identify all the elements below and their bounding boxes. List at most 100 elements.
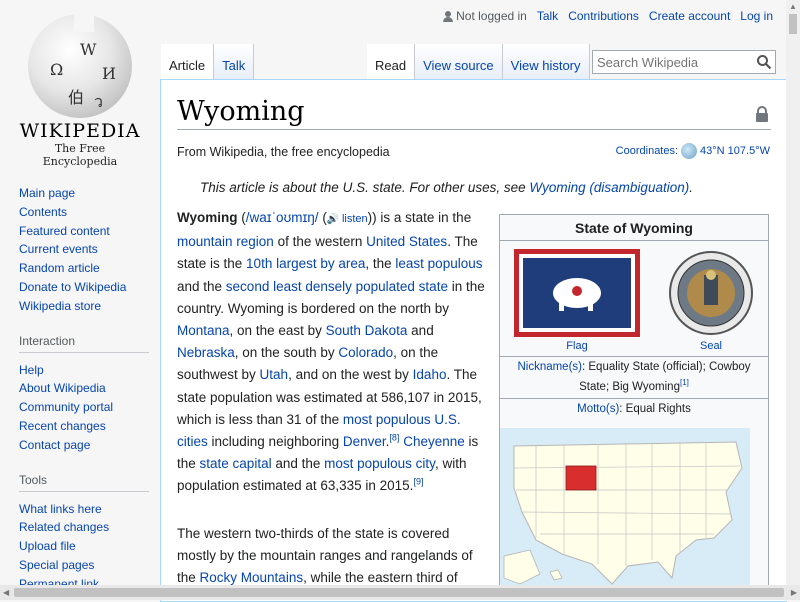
horizontal-scrollbar[interactable]: ◀ ▶: [0, 585, 800, 600]
sidebar-item-what-links-here[interactable]: What links here: [19, 500, 149, 519]
sidebar-item-special-pages[interactable]: Special pages: [19, 556, 149, 575]
coordinates-value[interactable]: 43°N 107.5°W: [700, 145, 770, 157]
infobox-title: State of Wyoming: [500, 215, 768, 241]
article-link[interactable]: most populous city: [324, 456, 435, 471]
lock-icon[interactable]: [755, 106, 769, 122]
tab-label: View history: [510, 58, 581, 73]
sidebar-heading-tools: Tools: [19, 473, 149, 492]
us-locator-map[interactable]: [500, 427, 750, 588]
scroll-left-icon[interactable]: ◀: [3, 588, 9, 597]
sidebar-item-random-article[interactable]: Random article: [19, 259, 149, 278]
nickname-value: : Equality State (official); Cowboy Stat…: [579, 361, 751, 393]
tab-read[interactable]: Read: [367, 44, 416, 80]
wyoming-seal-image[interactable]: [668, 249, 754, 337]
globe-icon[interactable]: [681, 143, 698, 159]
article-link[interactable]: Cheyenne: [403, 434, 465, 449]
log-in-link[interactable]: Log in: [740, 9, 773, 23]
logo-wordmark: WIKIPEDIA: [19, 120, 141, 142]
sidebar-item-about[interactable]: About Wikipedia: [19, 379, 149, 398]
nickname-link[interactable]: Nickname(s): [517, 361, 582, 373]
search-box: [592, 50, 776, 74]
coordinates: Coordinates: 43°N 107.5°W: [616, 143, 770, 159]
globe-glyph: 伯: [68, 88, 85, 107]
wikipedia-logo[interactable]: Ω W И 伯 ว WIKIPEDIA The Free Encyclopedi…: [18, 14, 142, 168]
sidebar: Main page Contents Featured content Curr…: [19, 184, 149, 594]
ipa-link[interactable]: /waɪˈoʊmɪŋ/: [246, 210, 319, 225]
tab-label: Read: [375, 58, 407, 73]
horizontal-scroll-thumb[interactable]: [14, 588, 784, 597]
sidebar-item-featured-content[interactable]: Featured content: [19, 222, 149, 241]
create-account-link[interactable]: Create account: [649, 9, 730, 23]
article-link[interactable]: South Dakota: [326, 323, 408, 338]
seal-caption[interactable]: Seal: [700, 340, 722, 352]
sidebar-item-related-changes[interactable]: Related changes: [19, 518, 149, 537]
site-subtitle: From Wikipedia, the free encyclopedia: [177, 145, 390, 159]
article-link[interactable]: 10th largest by area: [246, 256, 365, 271]
sidebar-item-main-page[interactable]: Main page: [19, 184, 149, 203]
globe-glyph: W: [80, 40, 97, 59]
vertical-scrollbar[interactable]: ▲: [786, 0, 800, 585]
article-link[interactable]: Rocky Mountains: [200, 570, 304, 585]
reference-link[interactable]: [8]: [389, 433, 399, 443]
sidebar-item-donate[interactable]: Donate to Wikipedia: [19, 278, 149, 297]
sidebar-item-current-events[interactable]: Current events: [19, 240, 149, 259]
scroll-right-icon[interactable]: ▶: [791, 588, 797, 597]
scroll-up-icon[interactable]: ▲: [789, 2, 797, 11]
sidebar-item-community-portal[interactable]: Community portal: [19, 398, 149, 417]
infobox-images: Flag Seal: [500, 241, 768, 357]
infobox-motto-row: Motto(s): Equal Rights: [500, 399, 768, 420]
sidebar-item-contact[interactable]: Contact page: [19, 436, 149, 455]
article-link[interactable]: mountain region: [177, 234, 274, 249]
reference-link[interactable]: [1]: [680, 378, 689, 387]
article-link[interactable]: Idaho: [413, 367, 447, 382]
tab-view-history[interactable]: View history: [502, 44, 590, 80]
coordinates-label[interactable]: Coordinates:: [616, 145, 678, 157]
article-link[interactable]: least populous: [395, 256, 482, 271]
article-link[interactable]: United States: [366, 234, 447, 249]
search-input[interactable]: [593, 51, 751, 73]
tab-talk[interactable]: Talk: [214, 44, 255, 80]
sidebar-item-help[interactable]: Help: [19, 361, 149, 380]
sidebar-item-contents[interactable]: Contents: [19, 203, 149, 222]
globe-glyph: Ω: [50, 60, 64, 79]
article-link[interactable]: Nebraska: [177, 345, 235, 360]
article-link[interactable]: Montana: [177, 323, 230, 338]
intro-paragraph-1: Wyoming (/waɪˈoʊmɪŋ/ (🔊 listen)) is a st…: [177, 210, 485, 494]
speaker-icon[interactable]: 🔊: [327, 214, 339, 225]
puzzle-globe-icon: Ω W И 伯 ว: [28, 14, 132, 118]
reference-link[interactable]: [9]: [413, 477, 423, 487]
article-link[interactable]: Colorado: [338, 345, 393, 360]
article-link[interactable]: state capital: [200, 456, 272, 471]
namespace-tabs: Article Talk: [161, 44, 255, 80]
tab-view-source[interactable]: View source: [415, 44, 503, 80]
talk-link[interactable]: Talk: [537, 9, 558, 23]
page-title: Wyoming: [177, 96, 771, 130]
article-link[interactable]: second least densely populated state: [226, 279, 448, 294]
hatnote: This article is about the U.S. state. Fo…: [200, 180, 693, 195]
disambiguation-link[interactable]: Wyoming (disambiguation): [529, 180, 689, 195]
globe-glyph: ว: [94, 92, 103, 111]
hatnote-end: .: [689, 180, 693, 195]
listen-link[interactable]: listen: [342, 213, 368, 225]
wyoming-flag-image[interactable]: [514, 249, 640, 337]
sidebar-heading-interaction: Interaction: [19, 334, 149, 353]
not-logged-in-label: Not logged in: [456, 9, 527, 23]
contributions-link[interactable]: Contributions: [568, 9, 639, 23]
motto-link[interactable]: Motto(s): [577, 403, 619, 415]
vertical-scroll-thumb[interactable]: [789, 14, 797, 34]
article-link[interactable]: Denver: [343, 434, 386, 449]
search-icon[interactable]: [756, 54, 772, 70]
tab-label: Talk: [222, 58, 246, 73]
content-area: Wyoming From Wikipedia, the free encyclo…: [160, 79, 787, 602]
user-icon: [443, 10, 454, 22]
article-link[interactable]: Utah: [260, 367, 289, 382]
sidebar-item-upload-file[interactable]: Upload file: [19, 537, 149, 556]
sidebar-item-recent-changes[interactable]: Recent changes: [19, 417, 149, 436]
flag-caption[interactable]: Flag: [566, 340, 587, 352]
infobox-nickname-row: Nickname(s): Equality State (official); …: [500, 357, 768, 399]
infobox: State of Wyoming Flag Seal Nickname(s): …: [499, 214, 769, 592]
sidebar-item-store[interactable]: Wikipedia store: [19, 297, 149, 316]
seal-figure: Seal: [668, 249, 754, 352]
tab-article[interactable]: Article: [161, 44, 215, 80]
hatnote-text: This article is about the U.S. state. Fo…: [200, 180, 530, 195]
